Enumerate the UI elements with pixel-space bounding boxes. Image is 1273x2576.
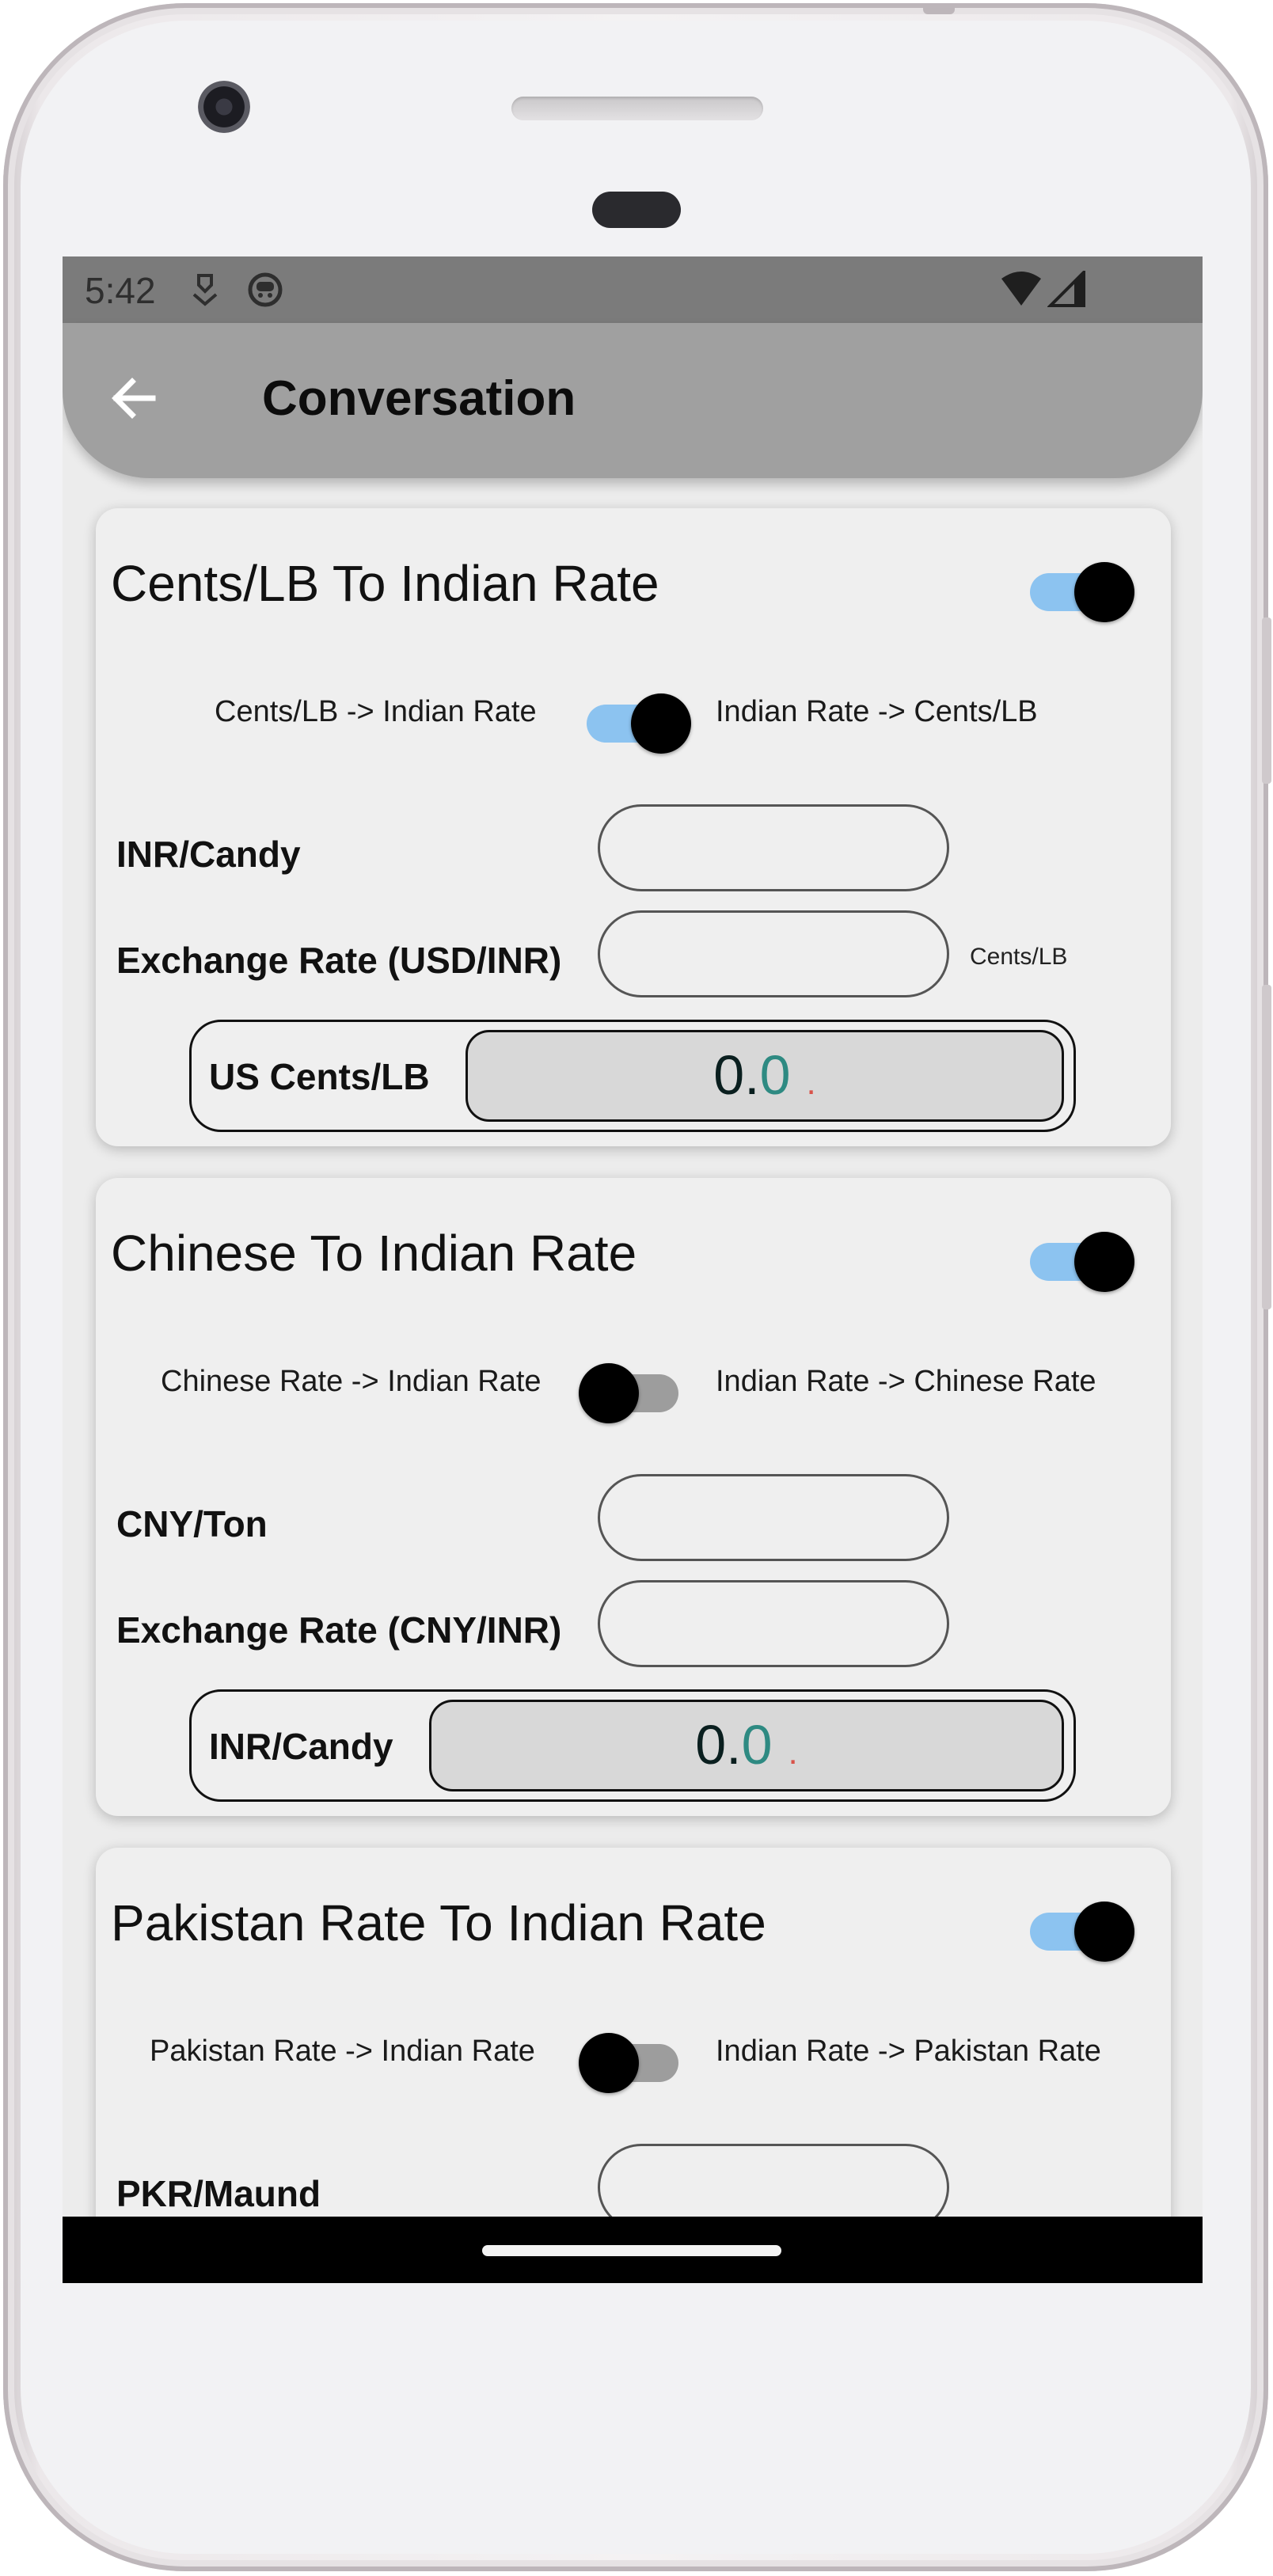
home-gesture-handle[interactable]	[482, 2245, 781, 2256]
result-value-decimal: 0	[741, 1714, 773, 1776]
result-value-int: 0.	[695, 1714, 742, 1776]
proximity-sensor	[592, 192, 681, 228]
mode-label-left: Chinese Rate -> Indian Rate	[161, 1365, 542, 1398]
card-enable-toggle[interactable]	[1030, 1902, 1134, 1962]
mode-label-right: Indian Rate -> Pakistan Rate	[716, 2035, 1101, 2068]
card-enable-toggle[interactable]	[1030, 1232, 1134, 1292]
toggle-thumb	[1074, 1232, 1134, 1292]
toggle-thumb	[1074, 1902, 1134, 1962]
result-display: 0.0.	[466, 1030, 1064, 1122]
inr-candy-input[interactable]	[598, 804, 949, 891]
toggle-thumb	[631, 693, 691, 754]
power-notch	[923, 3, 955, 14]
card-cents-to-indian: Cents/LB To Indian Rate Cents/LB -> Indi…	[96, 508, 1171, 1146]
mode-toggle[interactable]	[587, 693, 691, 754]
toggle-thumb	[579, 1363, 639, 1423]
field-label: Exchange Rate (CNY/INR)	[116, 1609, 562, 1651]
exchange-rate-input[interactable]	[598, 910, 949, 997]
result-label: INR/Candy	[209, 1726, 393, 1767]
result-label: US Cents/LB	[209, 1056, 430, 1097]
mode-label-right: Indian Rate -> Chinese Rate	[716, 1365, 1096, 1398]
face-icon	[246, 271, 284, 313]
wifi-icon	[1000, 271, 1043, 311]
cny-ton-input[interactable]	[598, 1474, 949, 1561]
front-camera	[198, 81, 250, 133]
toggle-thumb	[1074, 562, 1134, 622]
app-screen: 5:42 Conversation Cents/LB To Indian Rat…	[63, 256, 1203, 2283]
volume-button	[1262, 985, 1271, 1309]
navigation-bar	[63, 2217, 1203, 2283]
app-bar: Conversation	[63, 323, 1203, 478]
mode-label-left: Pakistan Rate -> Indian Rate	[150, 2035, 535, 2068]
card-enable-toggle[interactable]	[1030, 562, 1134, 622]
result-value-decimal: 0	[759, 1044, 791, 1106]
card-title: Chinese To Indian Rate	[111, 1225, 637, 1282]
mode-toggle[interactable]	[579, 2033, 678, 2093]
unit-note: Cents/LB	[970, 944, 1068, 970]
status-bar: 5:42	[63, 256, 1203, 323]
arrow-left-icon	[112, 378, 156, 419]
page-title: Conversation	[262, 371, 576, 426]
mode-label-left: Cents/LB -> Indian Rate	[215, 695, 537, 728]
result-display: 0.0.	[429, 1700, 1064, 1791]
earpiece-speaker	[511, 97, 763, 120]
result-value-suffix: .	[788, 1733, 798, 1772]
card-title: Cents/LB To Indian Rate	[111, 555, 659, 612]
result-value-int: 0.	[713, 1044, 760, 1106]
mode-label-right: Indian Rate -> Cents/LB	[716, 695, 1038, 728]
field-label: INR/Candy	[116, 834, 301, 875]
status-time: 5:42	[85, 270, 156, 311]
toggle-thumb	[579, 2033, 639, 2093]
mode-toggle[interactable]	[579, 1363, 678, 1423]
card-title: Pakistan Rate To Indian Rate	[111, 1894, 766, 1951]
result-value-suffix: .	[806, 1063, 816, 1102]
download-icon	[189, 271, 221, 313]
back-button[interactable]	[105, 370, 161, 426]
side-button	[1262, 617, 1271, 784]
card-chinese-to-indian: Chinese To Indian Rate Chinese Rate -> I…	[96, 1178, 1171, 1816]
card-pakistan-to-indian: Pakistan Rate To Indian Rate Pakistan Ra…	[96, 1848, 1171, 2259]
field-label: PKR/Maund	[116, 2173, 321, 2214]
field-label: Exchange Rate (USD/INR)	[116, 940, 562, 981]
exchange-rate-input[interactable]	[598, 1580, 949, 1667]
signal-icon	[1047, 268, 1085, 311]
result-box: INR/Candy 0.0.	[189, 1689, 1076, 1802]
field-label: CNY/Ton	[116, 1503, 268, 1544]
result-box: US Cents/LB 0.0.	[189, 1020, 1076, 1132]
